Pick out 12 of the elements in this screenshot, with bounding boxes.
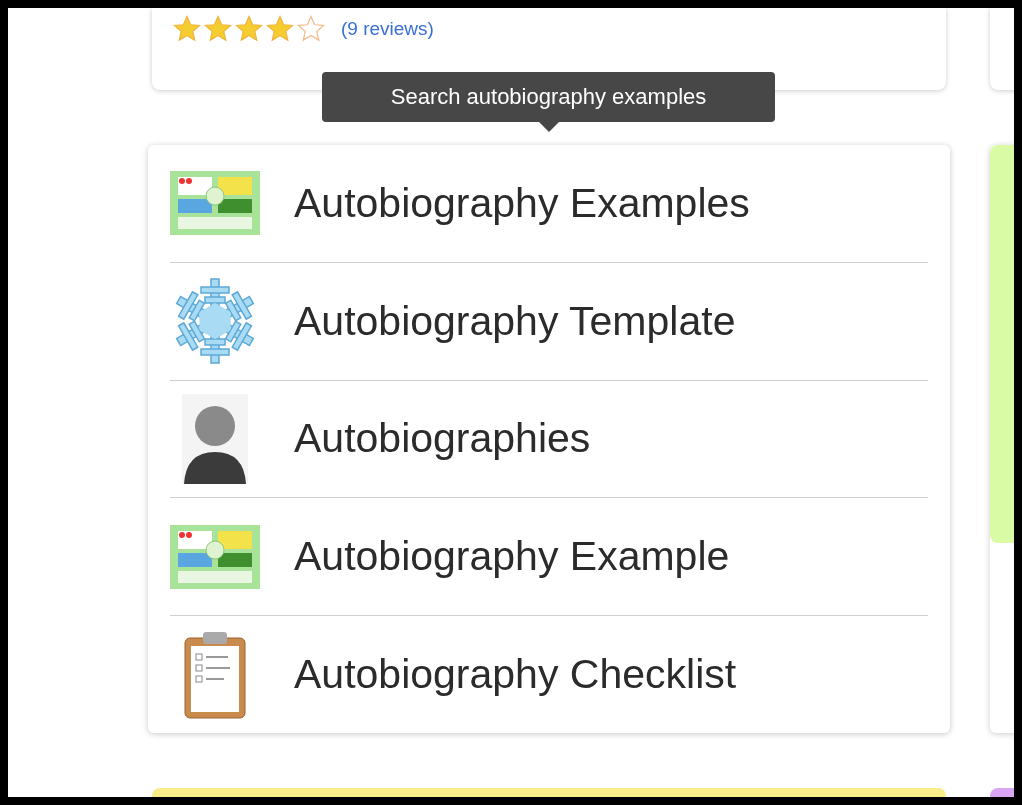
star-icon (203, 14, 233, 44)
star-icon (296, 14, 326, 44)
tooltip: Search autobiography examples (322, 72, 775, 132)
suggestion-item[interactable]: Autobiography Template (170, 262, 928, 380)
star-icon (265, 14, 295, 44)
star-icon (172, 14, 202, 44)
suggestion-item[interactable]: Autobiography Checklist (170, 616, 928, 733)
suggestion-item[interactable]: Autobiography Examples (170, 145, 928, 262)
star-icon (234, 14, 264, 44)
reviews-link[interactable]: (9 reviews) (341, 18, 434, 40)
suggestion-item[interactable]: Autobiographies (170, 380, 928, 498)
suggestion-item[interactable]: Autobiography Example (170, 498, 928, 616)
